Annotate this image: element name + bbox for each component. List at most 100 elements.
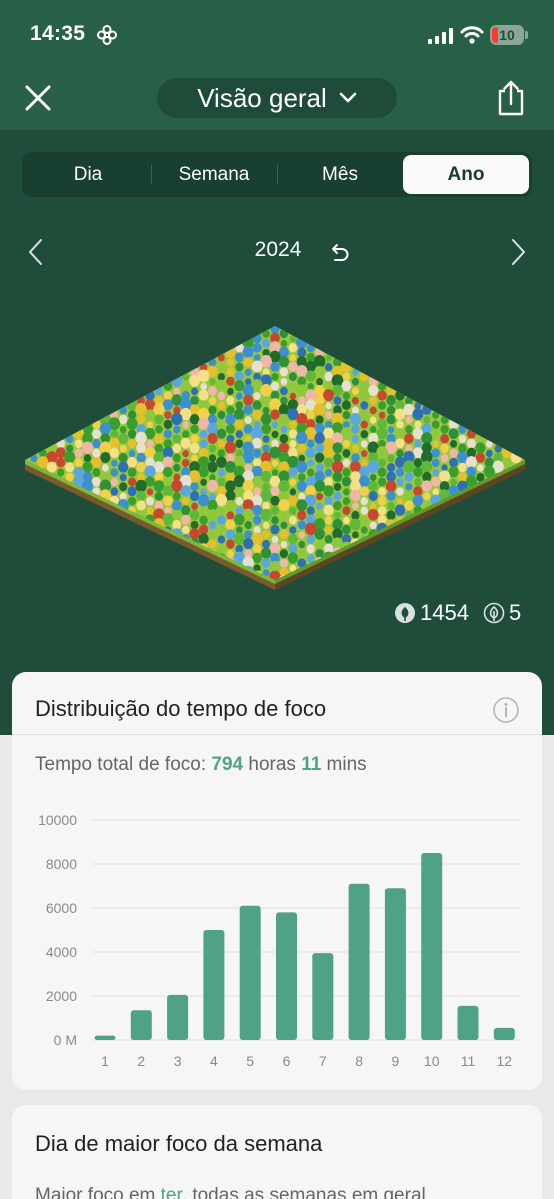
- focus-distribution-card: Distribuição do tempo de foco Tempo tota…: [12, 672, 542, 1090]
- forest-tree: [260, 384, 272, 397]
- tab-month[interactable]: Mês: [277, 155, 403, 194]
- forest-tree: [270, 524, 280, 535]
- bar[interactable]: [384, 888, 406, 1040]
- bar[interactable]: [239, 905, 261, 1040]
- forest-tree: [225, 480, 236, 492]
- forest-tree: [217, 544, 226, 554]
- forest-tree: [331, 460, 344, 473]
- forest-tree: [226, 376, 235, 386]
- bar[interactable]: [130, 1010, 152, 1040]
- forest-tree: [260, 470, 272, 483]
- bar[interactable]: [203, 930, 225, 1040]
- forest-tree: [378, 477, 387, 487]
- forest-tree: [146, 421, 154, 429]
- bar[interactable]: [348, 883, 370, 1040]
- bar[interactable]: [312, 953, 334, 1040]
- forest-tree: [297, 510, 307, 521]
- forest-tree: [182, 450, 189, 458]
- info-icon[interactable]: [492, 696, 520, 724]
- bar[interactable]: [276, 912, 297, 1040]
- forest-tree: [289, 506, 297, 515]
- forest-tree: [226, 472, 235, 482]
- y-tick-label: 4000: [46, 944, 77, 960]
- forest-tree: [333, 501, 342, 511]
- forest-tree: [271, 469, 279, 477]
- forest-tree: [216, 379, 227, 392]
- forest-tree: [198, 533, 209, 545]
- forest-tree: [208, 444, 217, 453]
- forest-tree: [74, 448, 83, 458]
- forest-tree: [387, 463, 396, 472]
- return-to-current-icon[interactable]: [326, 239, 352, 265]
- forest-tree: [360, 497, 368, 506]
- tab-year[interactable]: Ano: [403, 155, 529, 194]
- bar[interactable]: [493, 1027, 515, 1040]
- forest-tree: [298, 473, 306, 482]
- forest-tree: [235, 362, 244, 372]
- forest-tree: [171, 500, 182, 511]
- forest-tree: [261, 547, 272, 559]
- forest-tree: [226, 511, 235, 520]
- forest-tree: [252, 515, 262, 525]
- forest-tree: [297, 347, 307, 358]
- forest-tree: [217, 507, 225, 515]
- share-icon[interactable]: [494, 78, 528, 118]
- forest-tree: [440, 415, 449, 424]
- peak-prefix: Maior foco em: [35, 1185, 161, 1199]
- forest-tree: [324, 420, 333, 429]
- forest-tree: [288, 467, 298, 477]
- forest-tree: [146, 488, 154, 496]
- forest-tree: [351, 396, 359, 405]
- forest-tree: [369, 473, 377, 482]
- y-tick-label: 2000: [46, 988, 77, 1004]
- forest-tree: [128, 477, 137, 487]
- close-icon[interactable]: [20, 80, 56, 116]
- forest-tree: [189, 509, 200, 521]
- forest-tree: [387, 454, 395, 463]
- tab-day[interactable]: Dia: [25, 155, 151, 194]
- forest-tree: [235, 392, 243, 400]
- forest-tree: [153, 480, 165, 492]
- forest-tree: [314, 528, 325, 540]
- bar[interactable]: [94, 1035, 116, 1040]
- y-tick-label: 10000: [38, 812, 77, 828]
- forest-tree: [289, 526, 297, 534]
- forest-tree: [262, 444, 270, 453]
- forest-tree: [342, 458, 351, 467]
- forest-tree: [199, 439, 208, 448]
- forest-tree: [181, 514, 191, 525]
- forest-tree: [163, 495, 173, 506]
- forest-tree: [351, 377, 359, 386]
- forest-tree: [332, 471, 343, 482]
- bar[interactable]: [421, 853, 443, 1040]
- forest-tree: [244, 368, 252, 376]
- forest-tree: [136, 490, 146, 502]
- bar[interactable]: [167, 994, 189, 1040]
- forest-tree: [181, 505, 191, 516]
- forest-tree: [333, 396, 342, 405]
- chevron-right-icon[interactable]: [508, 236, 530, 268]
- bar[interactable]: [457, 1005, 479, 1040]
- forest-tree: [343, 516, 350, 525]
- forest-tree: [128, 439, 137, 449]
- forest-tree: [386, 414, 396, 425]
- forest-tree: [172, 491, 181, 501]
- forest-tree: [189, 374, 201, 387]
- view-selector-dropdown[interactable]: Visão geral: [157, 78, 397, 118]
- total-hours: 794: [211, 754, 244, 775]
- forest-tree: [297, 549, 306, 558]
- forest-tree: [235, 487, 244, 496]
- forest-tree: [342, 497, 350, 506]
- forest-tree: [288, 361, 298, 372]
- forest-tree: [182, 421, 189, 429]
- chevron-left-icon[interactable]: [24, 236, 46, 268]
- forest-tree: [369, 406, 377, 415]
- forest-tree: [396, 498, 404, 505]
- forest-tree: [217, 410, 226, 420]
- forest-tree: [432, 488, 440, 496]
- forest-tree: [377, 467, 387, 477]
- battery-icon: 10: [490, 25, 524, 45]
- forest-tree: [288, 429, 298, 439]
- tab-week[interactable]: Semana: [151, 155, 277, 194]
- forest-tree: [136, 452, 146, 463]
